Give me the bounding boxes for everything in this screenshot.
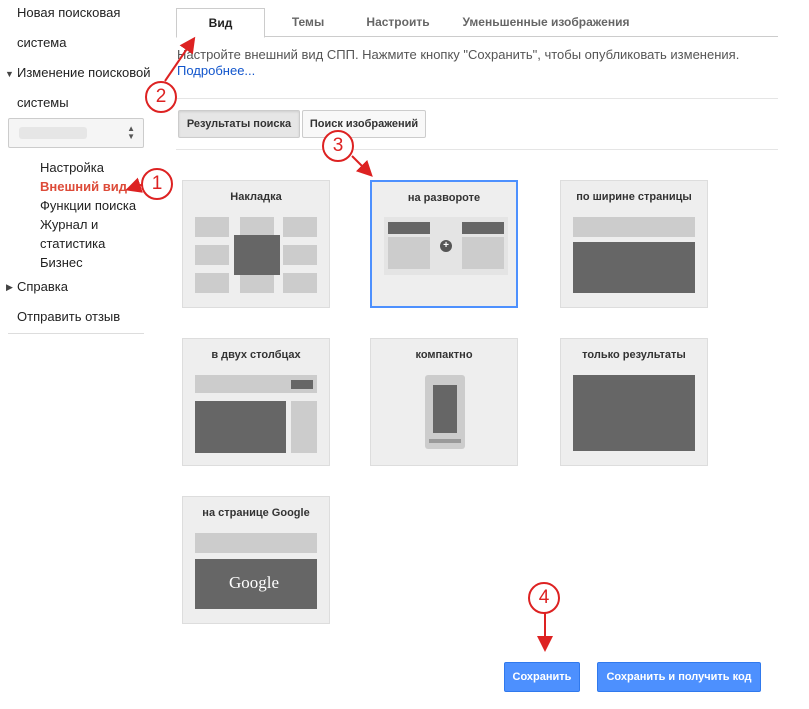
thumb-block [240, 273, 274, 293]
layout-compact[interactable]: компактно [370, 338, 518, 466]
thumb-block [573, 217, 695, 237]
layout-title: Накладка [230, 191, 282, 203]
thumb-block [195, 401, 286, 453]
sidebar-item-setup[interactable]: Настройка [40, 160, 104, 175]
sidebar-edit-search-engine[interactable]: Изменение поисковой [17, 65, 151, 80]
layout-title: только результаты [582, 349, 686, 361]
thumb-block [462, 237, 504, 269]
thumb-block [195, 217, 229, 237]
phone-screen [433, 385, 457, 433]
layout-title: по ширине страницы [576, 191, 692, 203]
tab-customize[interactable]: Настроить [351, 8, 445, 37]
phone-buttons [429, 439, 461, 443]
triangle-down-icon[interactable]: ▼ [5, 69, 14, 79]
blurred-engine-name [19, 127, 87, 139]
sidebar: Новая поисковая система ▼ Изменение поис… [0, 0, 160, 709]
sidebar-help[interactable]: Справка [17, 279, 68, 294]
sidebar-new-search-engine[interactable]: Новая поисковая [17, 5, 120, 20]
sidebar-item-appearance[interactable]: Внешний вид [40, 179, 127, 194]
annotation-badge-2: 2 [145, 81, 177, 113]
plus-icon: + [440, 240, 452, 252]
divider [176, 149, 778, 150]
thumb-block [283, 245, 317, 265]
overlay-popup-block [234, 235, 280, 275]
annotation-badge-3: 3 [322, 130, 354, 162]
sidebar-edit-search-engine-line2[interactable]: системы [17, 95, 69, 110]
sidebar-feedback[interactable]: Отправить отзыв [17, 309, 120, 324]
sidebar-item-statistics-line2[interactable]: статистика [40, 236, 105, 251]
subtab-image-search[interactable]: Поиск изображений [302, 110, 426, 138]
annotation-arrow-3 [351, 155, 373, 177]
layout-google-hosted[interactable]: на странице Google Google [182, 496, 330, 624]
triangle-right-icon[interactable]: ▶ [6, 282, 13, 293]
annotation-badge-4: 4 [528, 582, 560, 614]
layout-two-page[interactable]: на развороте + [370, 180, 518, 308]
subtab-search-results[interactable]: Результаты поиска [178, 110, 300, 138]
sidebar-divider [8, 333, 144, 334]
thumb-block [462, 222, 504, 234]
tab-view[interactable]: Вид [176, 8, 265, 38]
layout-two-column[interactable]: в двух столбцах [182, 338, 330, 466]
layout-title: компактно [415, 349, 473, 361]
sidebar-item-statistics[interactable]: Журнал и [40, 217, 98, 232]
google-logo: Google [229, 573, 280, 592]
thumb-block [195, 273, 229, 293]
thumb-block [573, 242, 695, 293]
thumb-block [291, 380, 313, 389]
select-arrows-icon: ▲ ▼ [127, 124, 135, 141]
thumb-block [388, 222, 430, 234]
thumb-block [283, 217, 317, 237]
sidebar-item-search-features[interactable]: Функции поиска [40, 198, 136, 213]
annotation-badge-1: 1 [141, 168, 173, 200]
divider [176, 98, 778, 99]
layout-full-width[interactable]: по ширине страницы [560, 180, 708, 308]
save-and-get-code-button[interactable]: Сохранить и получить код [597, 662, 761, 692]
tab-themes[interactable]: Темы [271, 8, 345, 37]
layout-title: на странице Google [202, 507, 310, 519]
save-button[interactable]: Сохранить [504, 662, 580, 692]
learn-more-link[interactable]: Подробнее... [177, 63, 255, 78]
layout-overlay[interactable]: Накладка [182, 180, 330, 308]
thumb-block [283, 273, 317, 293]
search-engine-select[interactable]: ▲ ▼ [8, 118, 144, 148]
thumb-block [240, 217, 274, 237]
thumb-block [195, 245, 229, 265]
thumb-block [388, 237, 430, 269]
thumb-block [573, 375, 695, 451]
page-description: Настройте внешний вид СПП. Нажмите кнопк… [177, 47, 740, 62]
thumb-block [291, 401, 317, 453]
layout-title: на развороте [407, 192, 481, 204]
thumb-block [195, 533, 317, 553]
layout-results-only[interactable]: только результаты [560, 338, 708, 466]
sidebar-new-search-engine-line2[interactable]: система [17, 35, 66, 50]
sidebar-item-business[interactable]: Бизнес [40, 255, 83, 270]
layout-title: в двух столбцах [211, 349, 301, 361]
tab-bar: Вид Темы Настроить Уменьшенные изображен… [176, 8, 778, 38]
tab-thumbnails[interactable]: Уменьшенные изображения [451, 8, 641, 37]
